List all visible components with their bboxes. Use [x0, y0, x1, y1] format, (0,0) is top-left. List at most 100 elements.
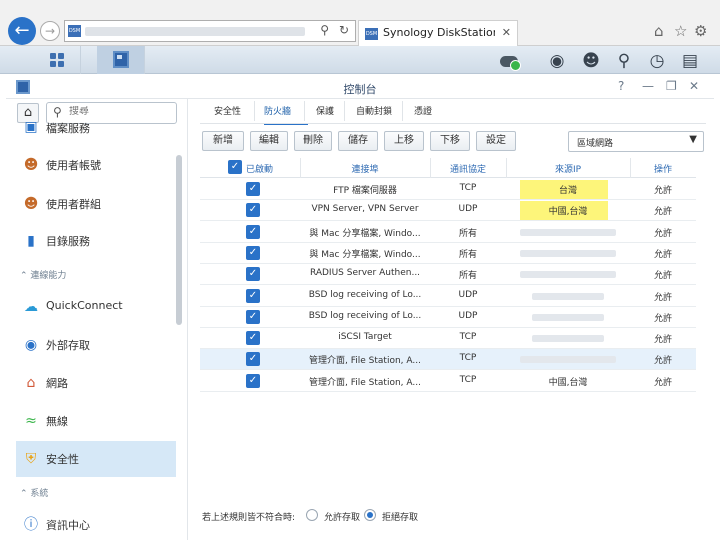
cell-port: BSD log receiving of Lo...: [308, 289, 422, 300]
rule-enabled-checkbox[interactable]: ✓: [246, 373, 260, 388]
address-bar[interactable]: DSM ⚲ ↻: [64, 20, 356, 42]
deny-access-label[interactable]: 拒絕存取: [382, 510, 418, 523]
gear-icon[interactable]: ⚙: [694, 22, 707, 40]
rule-enabled-checkbox[interactable]: ✓: [246, 352, 260, 367]
cell-source-ip: 台灣: [558, 186, 577, 196]
cell-source-ip-redacted: [520, 356, 616, 364]
cell-port: RADIUS Server Authen...: [309, 268, 421, 279]
forward-arrow-icon[interactable]: →: [40, 21, 60, 41]
edit-button[interactable]: 編輯: [250, 131, 288, 151]
tab-firewall[interactable]: 防火牆: [264, 104, 291, 117]
cell-port: BSD log receiving of Lo...: [308, 310, 422, 321]
table-row[interactable]: ✓ iSCSI Target TCP 允許: [200, 328, 696, 350]
sidebar-item-external-access[interactable]: ◉ 外部存取: [16, 327, 176, 363]
sidebar-section-system[interactable]: ⌃ 系統: [20, 486, 48, 499]
table-row[interactable]: ✓ BSD log receiving of Lo... UDP 允許: [200, 307, 696, 328]
sidebar-item-label: 資訊中心: [46, 519, 90, 532]
rule-enabled-checkbox[interactable]: ✓: [246, 182, 260, 196]
sidebar-item-security[interactable]: ⛨ 安全性: [16, 441, 176, 477]
back-arrow-icon[interactable]: ←: [8, 17, 36, 45]
cell-source-ip-redacted: [520, 228, 616, 236]
sidebar-item-quickconnect[interactable]: ☁ QuickConnect: [16, 289, 176, 325]
cloud-sync-icon[interactable]: [498, 53, 521, 71]
sidebar-item-info-center[interactable]: ⓘ 資訊中心: [16, 507, 176, 540]
column-header-source-ip[interactable]: 來源IP: [506, 162, 630, 175]
rule-enabled-checkbox[interactable]: ✓: [246, 288, 260, 303]
select-all-checkbox[interactable]: ✓: [228, 160, 242, 174]
column-header-enabled[interactable]: 已啟動: [246, 162, 273, 175]
restore-icon[interactable]: ❐: [666, 79, 677, 93]
sidebar: ⌂ ⚲ ▣ 檔案服務 ☻ 使用者帳號 ☻ 使用者群組 ▮ 目錄服務 ⌃ 連線能力…: [6, 99, 188, 540]
create-button[interactable]: 新增: [202, 131, 244, 151]
cell-action: 允許: [653, 271, 672, 282]
help-icon[interactable]: ?: [618, 79, 624, 93]
user-icon[interactable]: ☻: [580, 50, 602, 72]
chat-icon[interactable]: ◉: [546, 50, 568, 72]
tab-auto-block[interactable]: 自動封鎖: [356, 104, 392, 117]
cell-source-ip-redacted: [532, 292, 604, 300]
sidebar-item-file-services[interactable]: ▣ 檔案服務: [16, 116, 176, 138]
dsm-favicon-icon: DSM: [365, 28, 378, 40]
cell-source-ip-redacted: [520, 249, 616, 257]
table-row[interactable]: ✓ BSD log receiving of Lo... UDP 允許: [200, 286, 696, 307]
rule-enabled-checkbox[interactable]: ✓: [246, 245, 260, 260]
widgets-icon[interactable]: ▤: [679, 50, 701, 72]
close-icon[interactable]: ✕: [502, 26, 511, 39]
table-row[interactable]: ✓ 與 Mac 分享檔案, Windo... 所有 允許: [200, 222, 696, 243]
sidebar-item-groups[interactable]: ☻ 使用者群組: [16, 186, 176, 222]
sidebar-item-wireless[interactable]: ≈ 無線: [16, 403, 176, 439]
window-title-bar: 控制台 ? — ❐ ✕: [6, 76, 714, 99]
table-row[interactable]: ✓ VPN Server, VPN Server UDP 中國,台灣 允許: [200, 200, 696, 222]
sidebar-item-directory[interactable]: ▮ 目錄服務: [16, 223, 176, 259]
sidebar-scrollbar[interactable]: [176, 155, 182, 325]
column-header-action[interactable]: 操作: [630, 162, 696, 175]
home-icon[interactable]: ⌂: [654, 22, 664, 40]
table-row[interactable]: ✓ 管理介面, File Station, A... TCP 中國,台灣 允許: [200, 371, 696, 392]
cell-action: 允許: [653, 186, 672, 196]
sidebar-item-network[interactable]: ⌂ 網路: [16, 365, 176, 401]
deny-access-radio[interactable]: [364, 509, 376, 521]
network-interface-select[interactable]: 區域網路 ▼: [568, 131, 704, 152]
rule-enabled-checkbox[interactable]: ✓: [246, 309, 260, 324]
wifi-icon: ≈: [25, 413, 37, 429]
cell-action: 允許: [653, 228, 672, 239]
star-icon[interactable]: ☆: [674, 22, 687, 40]
delete-button[interactable]: 刪除: [294, 131, 332, 151]
dashboard-icon[interactable]: ◷: [646, 50, 668, 72]
save-button[interactable]: 儲存: [338, 131, 378, 151]
move-down-button[interactable]: 下移: [430, 131, 470, 151]
table-row[interactable]: ✓ 與 Mac 分享檔案, Windo... 所有 允許: [200, 243, 696, 264]
rule-enabled-checkbox[interactable]: ✓: [246, 203, 260, 218]
sidebar-item-label: QuickConnect: [46, 299, 123, 312]
close-icon[interactable]: ✕: [689, 79, 699, 93]
allow-access-radio[interactable]: [306, 509, 318, 521]
cell-source-ip-redacted: [532, 335, 604, 343]
tab-security[interactable]: 安全性: [214, 104, 241, 117]
rule-enabled-checkbox[interactable]: ✓: [246, 224, 260, 239]
control-panel-taskbar-button[interactable]: [97, 46, 145, 74]
table-row[interactable]: ✓ FTP 檔案伺服器 TCP 台灣 允許: [200, 179, 696, 200]
search-icon[interactable]: ⚲: [613, 50, 635, 72]
sidebar-item-label: 網路: [46, 377, 68, 390]
rule-enabled-checkbox[interactable]: ✓: [246, 331, 260, 346]
sidebar-item-users[interactable]: ☻ 使用者帳號: [16, 147, 176, 183]
table-row[interactable]: ✓ RADIUS Server Authen... 所有 允許: [200, 264, 696, 286]
sidebar-section-connectivity[interactable]: ⌃ 連線能力: [20, 268, 66, 281]
allow-access-label[interactable]: 允許存取: [324, 510, 360, 523]
column-header-protocol[interactable]: 通訊協定: [430, 162, 506, 175]
rule-enabled-checkbox[interactable]: ✓: [246, 267, 260, 282]
cell-protocol: UDP: [458, 204, 478, 215]
tab-protection[interactable]: 保護: [316, 104, 334, 117]
table-row[interactable]: ✓ 管理介面, File Station, A... TCP 允許: [200, 349, 696, 371]
settings-button[interactable]: 設定: [476, 131, 516, 151]
tab-certificate[interactable]: 憑證: [414, 104, 432, 117]
move-up-button[interactable]: 上移: [384, 131, 424, 151]
column-header-port[interactable]: 連接埠: [300, 162, 430, 175]
url-text[interactable]: [85, 27, 305, 36]
search-icon[interactable]: ⚲: [320, 23, 329, 37]
refresh-icon[interactable]: ↻: [339, 23, 349, 37]
user-icon: ☻: [23, 157, 39, 173]
minimize-icon[interactable]: —: [642, 79, 654, 93]
main-menu-button[interactable]: [33, 46, 81, 74]
browser-tab[interactable]: DSM Synology DiskStation - Sy... ✕: [358, 20, 518, 46]
